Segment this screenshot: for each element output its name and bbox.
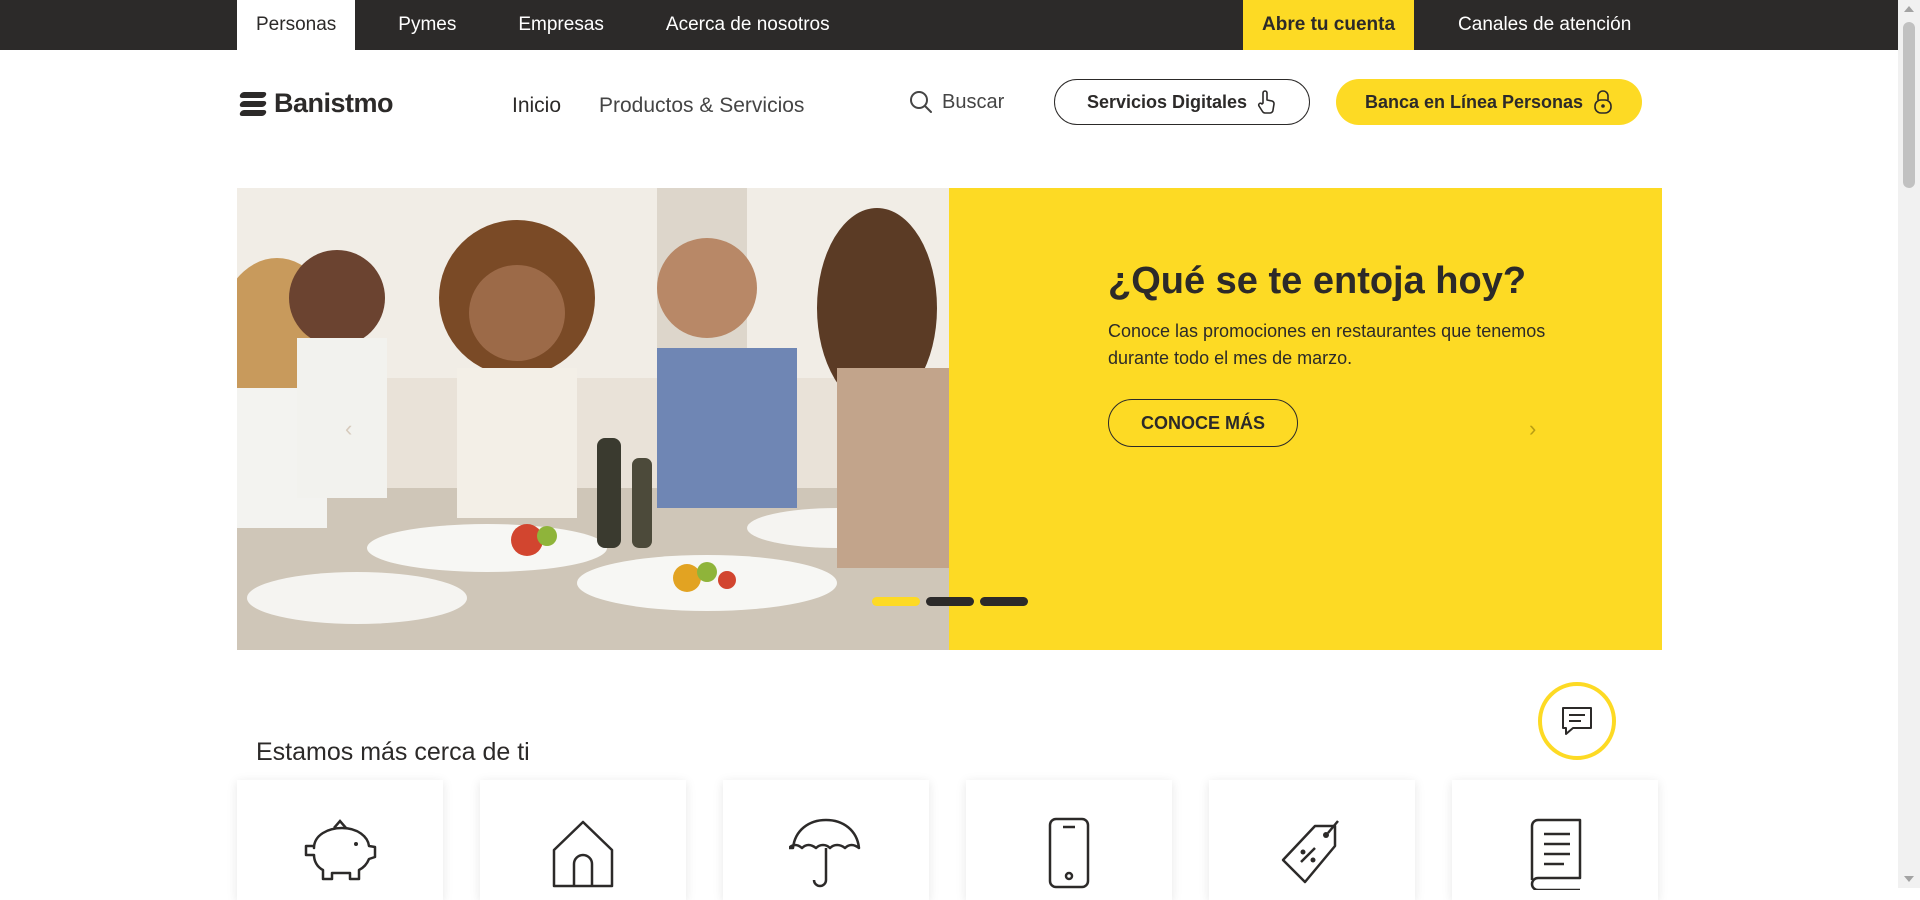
tab-pymes[interactable]: Pymes bbox=[379, 0, 475, 50]
tab-empresas[interactable]: Empresas bbox=[499, 0, 623, 50]
segment-nav: Personas Pymes Empresas Acerca de nosotr… bbox=[237, 0, 849, 50]
hero-photo bbox=[237, 188, 949, 650]
search-button[interactable]: Buscar bbox=[908, 89, 1004, 115]
carousel-prev-icon[interactable]: ‹ bbox=[345, 416, 352, 442]
main-nav: Inicio bbox=[512, 94, 561, 118]
brand-logo[interactable]: Banistmo bbox=[238, 88, 394, 119]
search-icon bbox=[910, 91, 932, 113]
digital-services-button[interactable]: Servicios Digitales bbox=[1054, 79, 1310, 125]
carousel-indicators bbox=[872, 597, 1028, 606]
hero-title: ¿Qué se te entoja hoy? bbox=[1108, 260, 1527, 302]
section-title: Estamos más cerca de ti bbox=[256, 738, 530, 766]
hero-carousel: ¿Qué se te entoja hoy? Conoce las promoc… bbox=[237, 188, 1662, 650]
main-nav-products: Productos & Servicios bbox=[599, 94, 804, 118]
carousel-dot-1[interactable] bbox=[872, 597, 920, 606]
scroll-down-arrow[interactable] bbox=[1904, 876, 1914, 882]
carousel-dot-3[interactable] bbox=[980, 597, 1028, 606]
learn-more-button[interactable]: CONOCE MÁS bbox=[1108, 399, 1298, 447]
open-account-button[interactable]: Abre tu cuenta bbox=[1243, 0, 1415, 50]
card-digital[interactable] bbox=[966, 780, 1172, 900]
chat-bubble-icon bbox=[1562, 707, 1592, 735]
chat-button[interactable] bbox=[1538, 682, 1616, 760]
smartphone-icon bbox=[1048, 817, 1090, 889]
tab-acerca-de-nosotros[interactable]: Acerca de nosotros bbox=[647, 0, 849, 50]
logo-mark-icon bbox=[238, 90, 268, 118]
book-icon bbox=[1530, 818, 1582, 890]
card-education[interactable] bbox=[1452, 780, 1658, 900]
nav-productos-servicios[interactable]: Productos & Servicios bbox=[599, 94, 804, 118]
carousel-next-icon[interactable]: › bbox=[1529, 416, 1536, 442]
page-scrollbar[interactable] bbox=[1898, 0, 1920, 888]
umbrella-icon bbox=[789, 818, 861, 888]
house-icon bbox=[552, 820, 614, 888]
hero-description: Conoce las promociones en restaurantes q… bbox=[1108, 321, 1546, 368]
nav-inicio[interactable]: Inicio bbox=[512, 94, 561, 118]
card-mortgage[interactable] bbox=[480, 780, 686, 900]
top-bar-actions: Abre tu cuenta Canales de atención bbox=[1243, 0, 1631, 50]
tab-personas[interactable]: Personas bbox=[237, 0, 356, 50]
scrollbar-thumb[interactable] bbox=[1903, 22, 1915, 188]
lock-icon bbox=[1594, 90, 1612, 114]
hero-promo-panel: ¿Qué se te entoja hoy? Conoce las promoc… bbox=[949, 188, 1662, 650]
online-banking-label: Banca en Línea Personas bbox=[1364, 91, 1584, 112]
top-bar: Personas Pymes Empresas Acerca de nosotr… bbox=[0, 0, 1898, 50]
online-banking-button[interactable]: Banca en Línea Personas bbox=[1336, 79, 1642, 125]
card-insurance[interactable] bbox=[723, 780, 929, 900]
brand-name: Banistmo bbox=[274, 88, 394, 118]
scroll-up-arrow[interactable] bbox=[1904, 6, 1914, 12]
search-label: Buscar bbox=[942, 90, 1005, 113]
touch-hand-icon bbox=[1257, 90, 1275, 114]
card-promotions[interactable] bbox=[1209, 780, 1415, 900]
card-savings[interactable] bbox=[237, 780, 443, 900]
restaurant-photo-illustration bbox=[237, 188, 949, 650]
piggy-bank-icon bbox=[304, 819, 377, 881]
price-tag-icon bbox=[1281, 820, 1339, 884]
product-cards bbox=[237, 780, 1658, 900]
carousel-dot-2[interactable] bbox=[926, 597, 974, 606]
service-channels-link[interactable]: Canales de atención bbox=[1414, 0, 1631, 50]
digital-services-label: Servicios Digitales bbox=[1086, 91, 1248, 112]
